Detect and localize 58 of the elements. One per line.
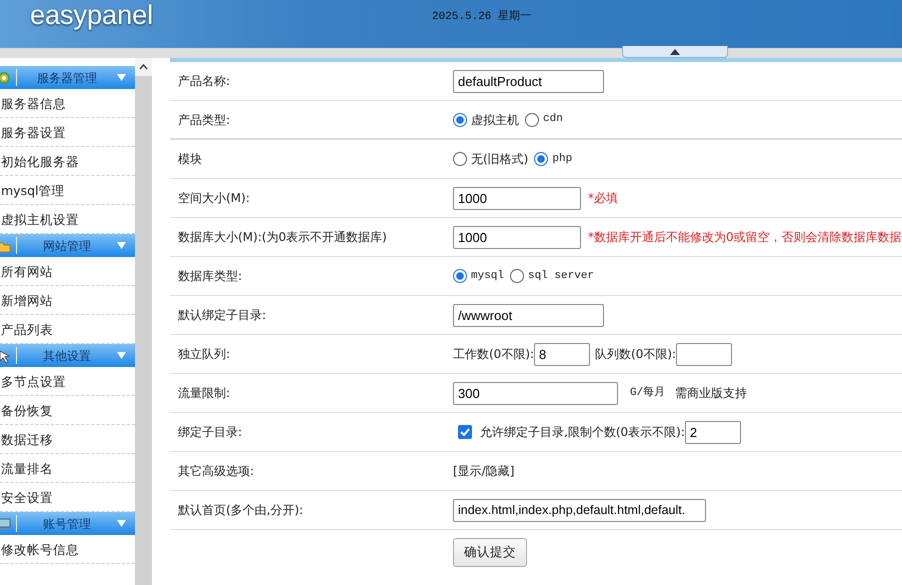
radio-button[interactable] <box>453 152 467 166</box>
field-label: 数据库类型: <box>178 269 242 283</box>
hint-text: 需商业版支持 <box>675 385 748 402</box>
triangle-up-icon <box>670 48 680 54</box>
toggle-link[interactable]: [显示/隐藏] <box>453 462 514 480</box>
radio-button[interactable] <box>453 269 467 283</box>
field-label: 默认首页(多个由,分开): <box>178 503 304 517</box>
input-field[interactable]: 1000 <box>453 186 581 210</box>
group-header[interactable]: 网站管理 <box>0 234 135 257</box>
caret-down-icon <box>117 352 126 359</box>
hint-text: *必填 <box>588 190 618 207</box>
group-header[interactable]: 账号管理 <box>0 512 135 535</box>
input-field[interactable]: defaultProduct <box>453 70 604 92</box>
checkbox-label: 允许绑定子目录,限制个数(0表示不限): <box>480 424 685 441</box>
input-field[interactable]: 300 <box>453 382 618 404</box>
field-label: 其它高级选项: <box>178 464 254 478</box>
field-label: 独立队列: <box>178 347 230 361</box>
submit-button[interactable]: 确认提交 <box>453 538 527 567</box>
field-label: 产品类型: <box>178 112 230 126</box>
chevron-up-icon <box>139 64 148 70</box>
radio-button[interactable] <box>510 269 524 283</box>
field-label: 产品名称: <box>178 74 230 88</box>
input-field[interactable]: index.html,index.php,default.html,default. <box>453 498 706 522</box>
collapse-tab[interactable] <box>622 46 728 58</box>
radio-button[interactable] <box>534 152 548 166</box>
input-field[interactable]: 8 <box>534 342 590 366</box>
caret-down-icon <box>117 520 126 527</box>
radio-label: 虚拟主机 <box>471 112 519 128</box>
monitor-icon <box>0 516 11 530</box>
input-field[interactable]: 2 <box>684 420 741 444</box>
input-field[interactable]: 1000 <box>453 226 581 248</box>
unit-text: G/每月 <box>630 385 666 401</box>
radio-label: 无(旧格式) <box>471 151 528 168</box>
radio-label: mysql <box>471 268 504 284</box>
radio-label: cdn <box>543 112 563 128</box>
radio-button[interactable] <box>525 112 539 126</box>
field-label: 绑定子目录: <box>178 425 242 439</box>
radio-label: php <box>552 152 572 167</box>
caret-down-icon <box>117 74 126 81</box>
radio-button[interactable] <box>453 112 467 126</box>
field-label: 工作数(0不限): <box>453 346 534 363</box>
checkbox[interactable] <box>458 425 472 439</box>
group-header[interactable]: 其他设置 <box>0 344 135 367</box>
input-field[interactable]: /wwwroot <box>453 304 604 326</box>
field-label: 模块 <box>178 152 202 166</box>
date-text: 2025.5.26 星期一 <box>432 9 532 25</box>
field-label: 数据库大小(M):(为0表示不开通数据库) <box>178 230 387 244</box>
input-field[interactable] <box>676 342 732 366</box>
scrollbar[interactable] <box>135 58 152 585</box>
hint-text: *数据库开通后不能修改为0或留空，否则会清除数据库数据 <box>588 229 902 246</box>
field-label: 空间大小(M): <box>178 191 250 205</box>
caret-down-icon <box>117 242 126 249</box>
field-label: 默认绑定子目录: <box>178 308 266 322</box>
field-label: 流量限制: <box>178 386 230 400</box>
radio-label: sql server <box>528 268 594 284</box>
group-header[interactable]: 服务器管理 <box>0 66 135 89</box>
logo-text: easypanel <box>29 0 154 30</box>
field-label: 队列数(0不限): <box>595 346 676 363</box>
